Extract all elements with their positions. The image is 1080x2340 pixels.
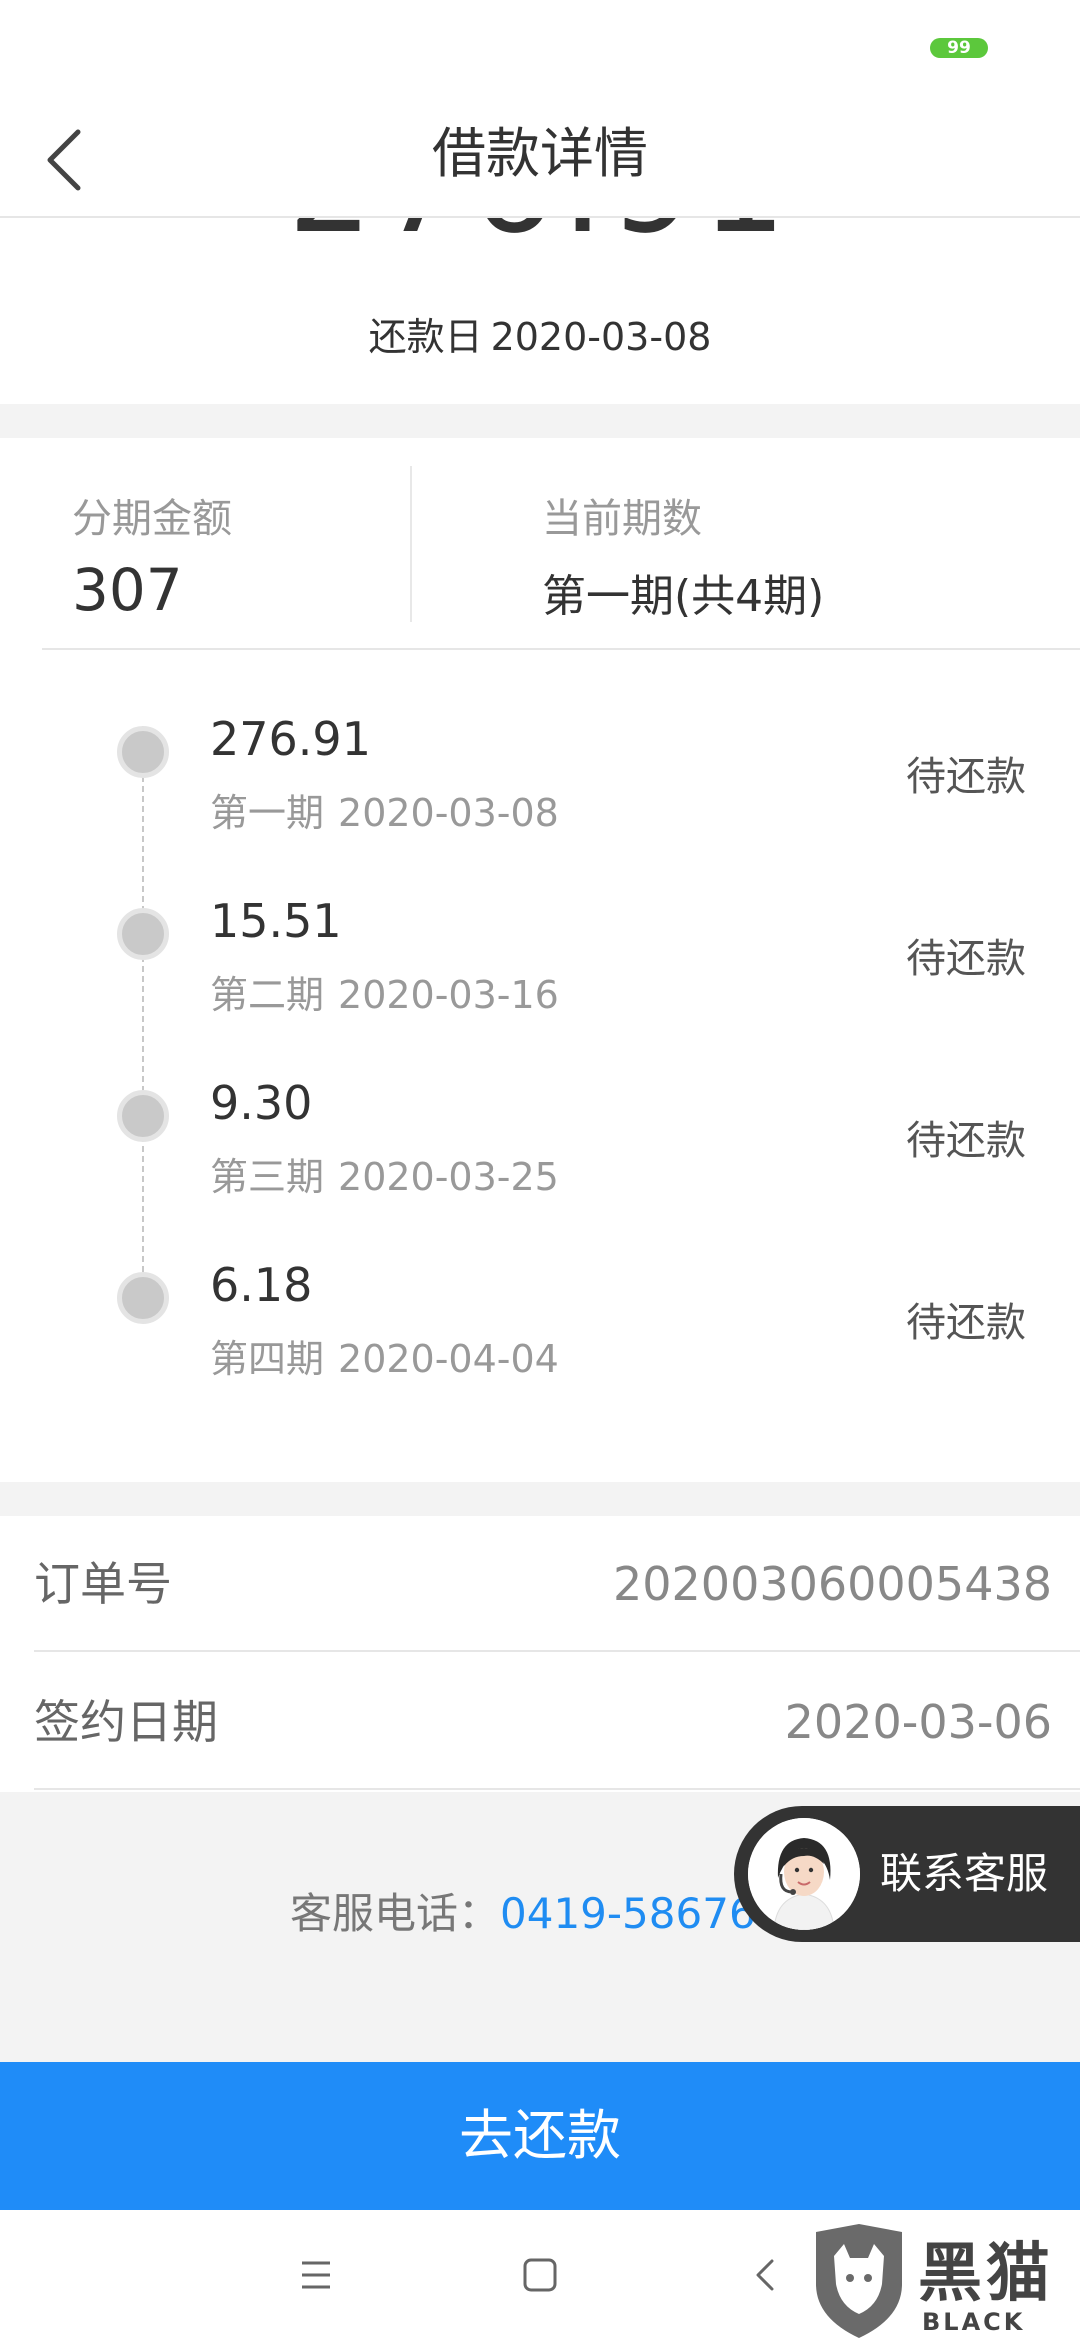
timeline-item[interactable]: 6.18 第四期 2020-04-04 待还款 [0,1218,1080,1400]
installment-period: 第四期 2020-04-04 [210,1328,573,1383]
timeline-item[interactable]: 15.51 第二期 2020-03-16 待还款 [0,854,1080,1036]
sign-date-row: 签约日期 2020-03-06 [34,1654,1080,1790]
page-title: 借款详情 [432,122,648,185]
due-date-row: 还款日 2020-03-08 [0,306,1080,361]
installment-period: 第一期 2020-03-08 [210,782,573,837]
timeline-item[interactable]: 276.91 第一期 2020-03-08 待还款 [0,672,1080,854]
timeline-dot [117,1090,169,1142]
menu-icon [302,2261,330,2289]
section-gap [0,1482,1080,1516]
installment-amount-value: 307 [72,556,183,624]
chevron-left-icon [756,2259,774,2291]
due-date-value: 2020-03-08 [490,315,712,359]
period-date: 2020-04-04 [338,1337,559,1381]
order-info: 订单号 202003060005438 签约日期 2020-03-06 [0,1516,1080,1790]
repayment-timeline: 276.91 第一期 2020-03-08 待还款 15.51 第二期 2020-0… [0,652,1080,1482]
timeline-dot [117,908,169,960]
sign-date-label: 签约日期 [34,1695,218,1749]
system-back-button[interactable] [734,2243,798,2307]
period-date: 2020-03-08 [338,791,559,835]
cat-shield-logo-icon [816,2224,902,2338]
order-number-label: 订单号 [34,1557,172,1611]
hotline-number[interactable]: 0419-58676 [500,1889,756,1938]
current-period-value: 第一期(共4期) [542,571,825,622]
amount-section: 276.91 还款日2020-03-08 [0,218,1080,404]
watermark-cn: 黑猫 [918,2237,1054,2311]
pay-button[interactable]: 去还款 [0,2062,1080,2210]
order-number-value: 202003060005438 [613,1557,1052,1611]
agent-avatar-icon [748,1818,860,1930]
section-gap [0,404,1080,438]
status-bar: 99 [0,0,1080,90]
period-name: 第三期 [210,1155,325,1199]
period-date: 2020-03-16 [338,973,559,1017]
hotline: 客服电话：0419-58676 [290,1880,756,1941]
hotline-label: 客服电话： [290,1889,501,1938]
menu-button[interactable] [284,2243,348,2307]
black-cat-watermark: 黑猫 BLACK CAT [800,2222,1080,2340]
installment-status: 待还款 [906,1300,1026,1346]
installment-period: 第三期 2020-03-25 [210,1146,573,1201]
summary-divider [410,466,412,622]
order-number-row: 订单号 202003060005438 [34,1516,1080,1652]
loan-amount: 276.91 [0,218,1080,270]
installment-amount-label: 分期金额 [72,496,232,542]
installment-amount: 6.18 [210,1258,313,1312]
contact-service-label: 联系客服 [880,1849,1049,1898]
battery-indicator: 99 [930,38,988,58]
installment-period: 第二期 2020-03-16 [210,964,573,1019]
timeline-item[interactable]: 9.30 第三期 2020-03-25 待还款 [0,1036,1080,1218]
summary-bottom-divider [42,648,1080,650]
installment-amount: 9.30 [210,1076,313,1130]
nav-bar: 借款详情 [0,90,1080,218]
installment-summary: 分期金额 307 当前期数 第一期(共4期) [0,438,1080,650]
period-name: 第二期 [210,973,325,1017]
sign-date-value: 2020-03-06 [784,1695,1052,1749]
period-name: 第四期 [210,1337,325,1381]
installment-status: 待还款 [906,754,1026,800]
current-period-label: 当前期数 [542,496,702,542]
contact-service-button[interactable]: 联系客服 [734,1806,1080,1942]
agent-avatar [748,1818,860,1930]
timeline-dot [117,726,169,778]
due-date-label: 还款日 [368,315,483,359]
home-button[interactable] [508,2243,572,2307]
period-name: 第一期 [210,791,325,835]
installment-status: 待还款 [906,1118,1026,1164]
installment-status: 待还款 [906,936,1026,982]
home-square-icon [523,2258,557,2292]
watermark-en: BLACK CAT [922,2308,1026,2340]
installment-amount: 276.91 [210,712,371,766]
period-date: 2020-03-25 [338,1155,559,1199]
installment-amount: 15.51 [210,894,342,948]
timeline-dot [117,1272,169,1324]
